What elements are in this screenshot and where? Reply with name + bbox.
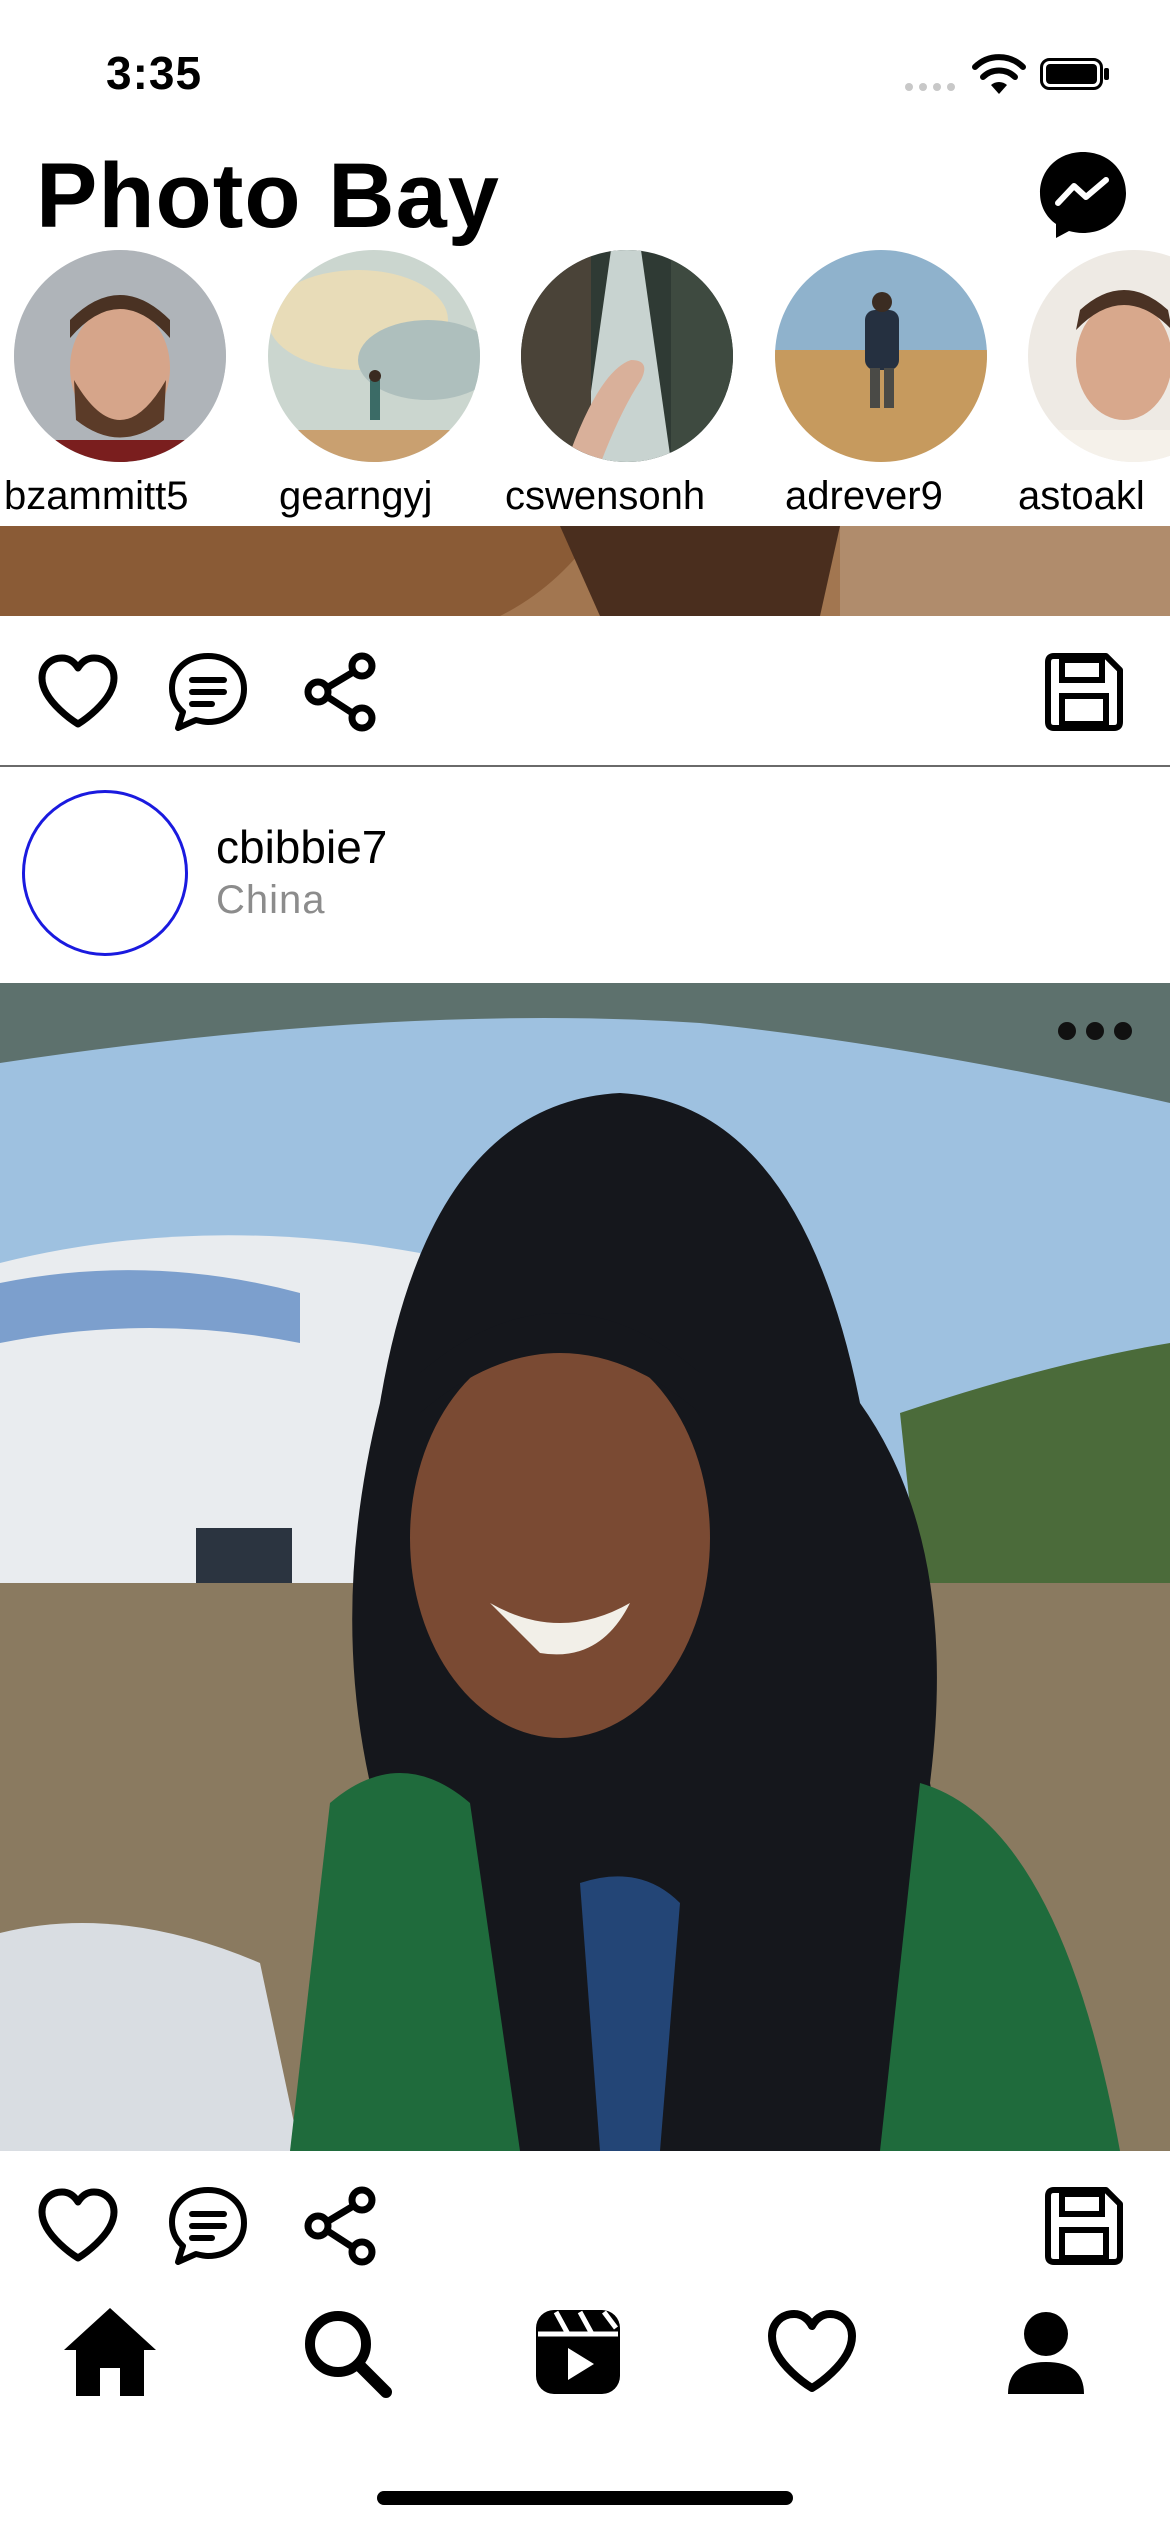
story-username: cswensonh xyxy=(505,474,706,518)
battery-icon xyxy=(1040,58,1109,90)
save-icon[interactable] xyxy=(1040,648,1128,736)
story-username: bzammitt5 xyxy=(4,474,189,518)
post-location: China xyxy=(216,878,326,922)
post-username[interactable]: cbibbie7 xyxy=(216,820,387,874)
app-title: Photo Bay xyxy=(36,145,500,247)
story-item[interactable] xyxy=(1028,250,1170,462)
search-icon[interactable] xyxy=(298,2304,394,2400)
activity-heart-icon[interactable] xyxy=(764,2304,860,2400)
story-item[interactable] xyxy=(775,250,987,462)
story-avatar[interactable] xyxy=(521,250,733,462)
heart-icon[interactable] xyxy=(34,648,122,736)
messenger-icon[interactable] xyxy=(1036,148,1130,242)
reels-icon[interactable] xyxy=(530,2304,626,2400)
story-item[interactable] xyxy=(521,250,733,462)
post-avatar[interactable] xyxy=(22,790,188,956)
story-username: adrever9 xyxy=(785,474,943,518)
comment-icon[interactable] xyxy=(164,2182,252,2270)
profile-icon[interactable] xyxy=(998,2304,1094,2400)
story-avatar[interactable] xyxy=(14,250,226,462)
story-avatar[interactable] xyxy=(268,250,480,462)
post-photo-partial xyxy=(0,526,1170,616)
story-avatar[interactable] xyxy=(775,250,987,462)
share-icon[interactable] xyxy=(296,2182,384,2270)
heart-icon[interactable] xyxy=(34,2182,122,2270)
story-item[interactable] xyxy=(14,250,226,462)
save-icon[interactable] xyxy=(1040,2182,1128,2270)
status-time: 3:35 xyxy=(106,47,203,99)
story-avatar[interactable] xyxy=(1028,250,1170,462)
share-icon[interactable] xyxy=(296,648,384,736)
story-item[interactable] xyxy=(268,250,480,462)
home-icon[interactable] xyxy=(62,2304,158,2400)
more-options-icon[interactable] xyxy=(1058,1022,1146,1044)
divider xyxy=(0,765,1170,767)
story-username: astoakl xyxy=(1018,474,1145,518)
post-photo[interactable] xyxy=(0,983,1170,2151)
wifi-icon xyxy=(972,54,1026,94)
home-indicator xyxy=(377,2491,793,2505)
story-username: gearngyj xyxy=(279,474,433,518)
comment-icon[interactable] xyxy=(164,648,252,736)
cellular-signal-icon xyxy=(905,78,961,91)
